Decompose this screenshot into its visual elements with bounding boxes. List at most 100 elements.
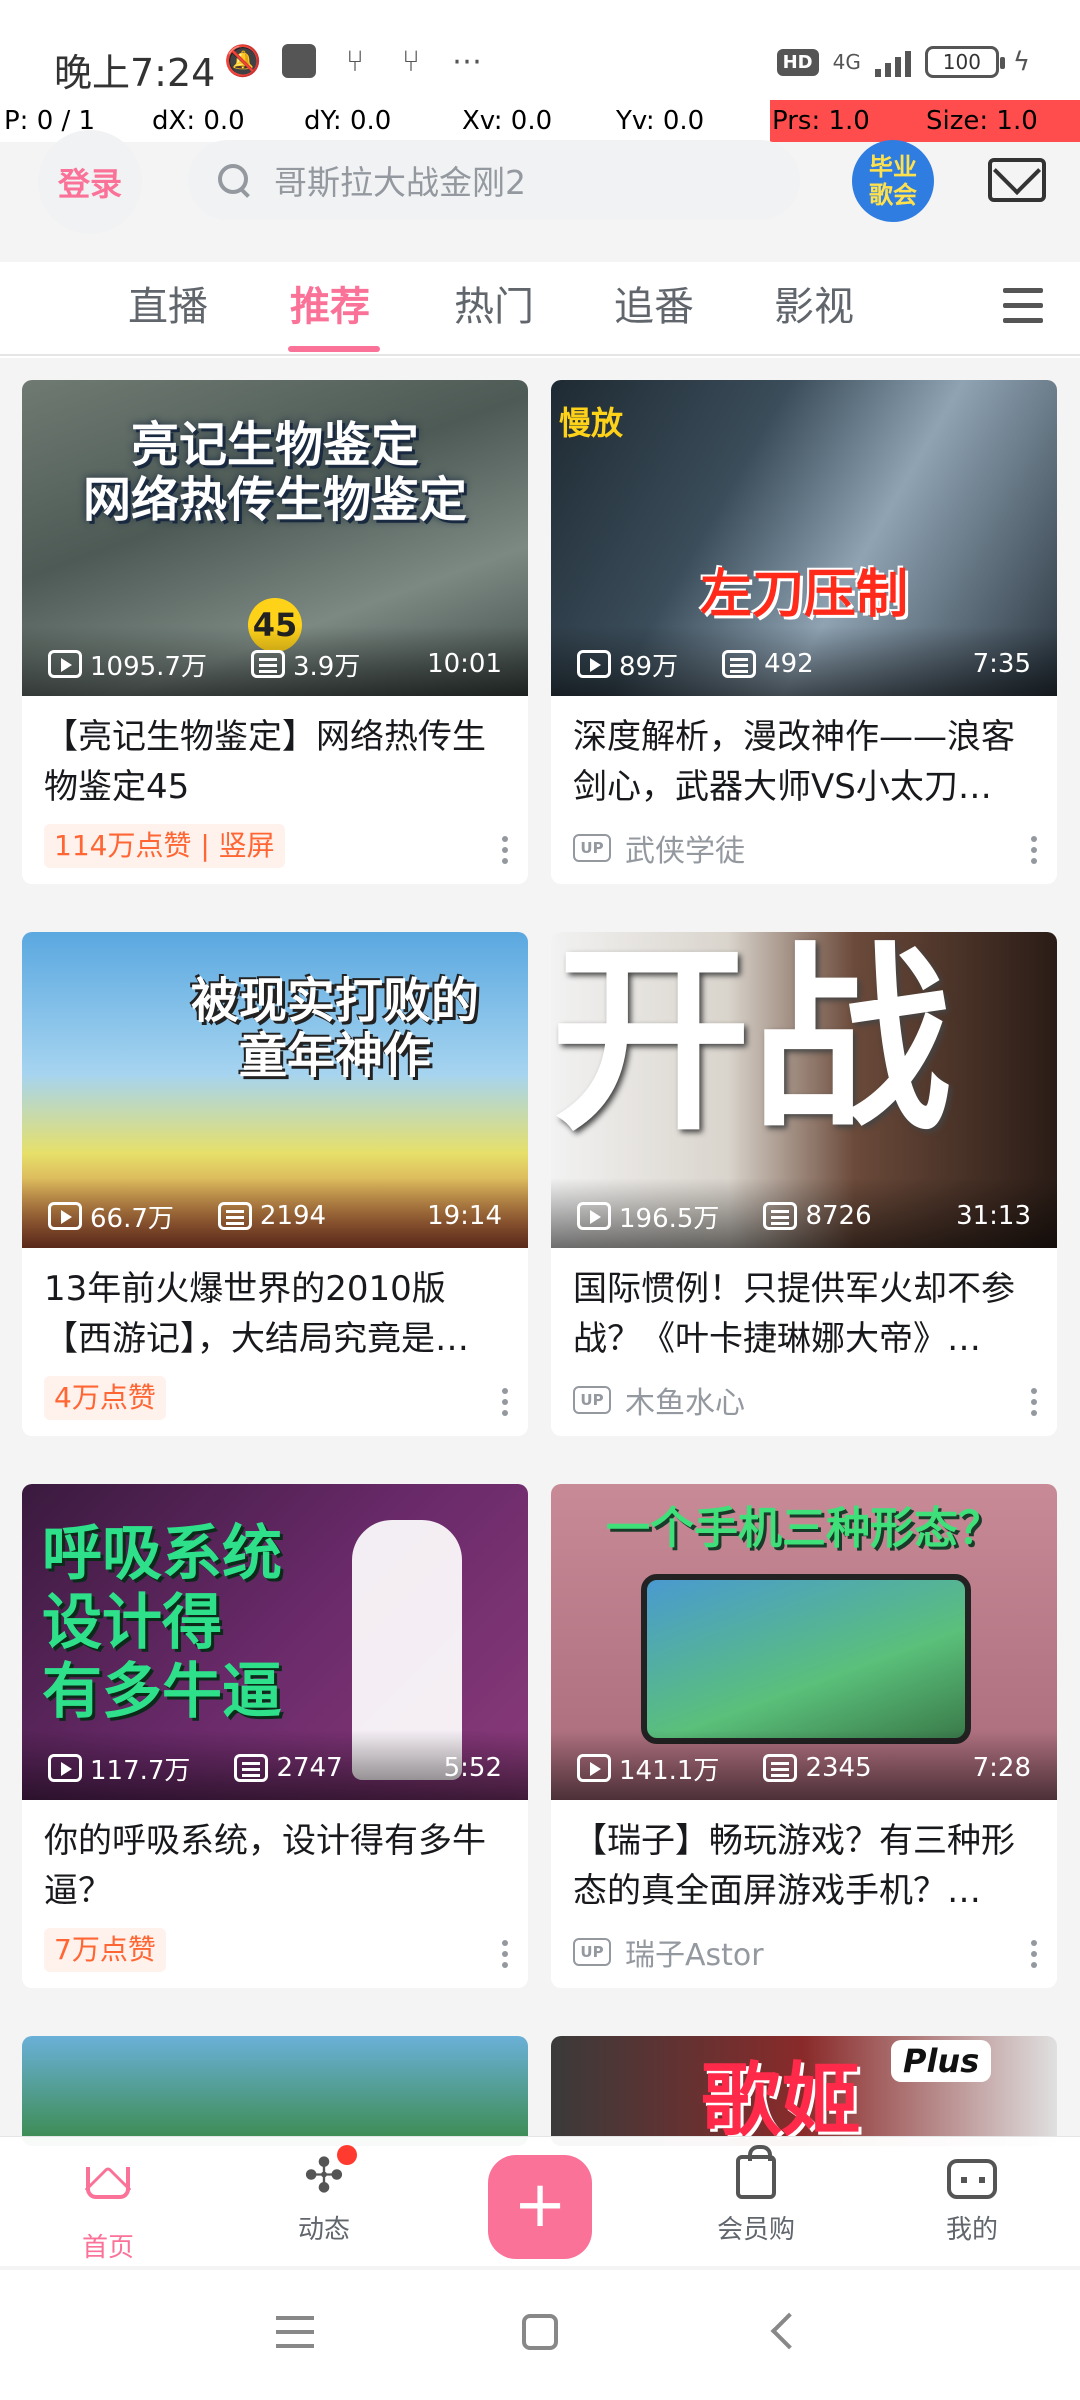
- video-card[interactable]: 呼吸系统 设计得 有多牛逼 117.7万 2747 5:52 你的呼吸系统，设计…: [22, 1484, 528, 1988]
- more-options-icon[interactable]: [502, 836, 508, 866]
- thumbnail-caption: 一个手机三种形态？: [606, 1503, 1002, 1554]
- active-tab-indicator: [288, 346, 380, 352]
- battery-level: 100: [942, 50, 981, 74]
- tab-hot[interactable]: 热门: [454, 274, 534, 332]
- video-duration: 31:13: [956, 1201, 1031, 1231]
- view-count: 89万: [619, 651, 679, 682]
- video-card[interactable]: 慢放 左刀压制 89万 492 7:35 深度解析，漫改神作——浪客剑心，武器大…: [551, 380, 1057, 884]
- likes-badge: 114万点赞 | 竖屏: [44, 824, 285, 868]
- video-thumbnail: 开战 196.5万 8726 31:13: [551, 932, 1057, 1248]
- uploader-row[interactable]: UP 武侠学徒: [573, 826, 745, 870]
- danmaku-count: 3.9万: [292, 651, 361, 682]
- tab-recommend[interactable]: 推荐: [290, 274, 370, 332]
- video-duration: 7:35: [972, 649, 1031, 679]
- hd-icon: HD: [776, 48, 819, 76]
- video-title: 深度解析，漫改神作——浪客剑心，武器大师VS小太刀…: [573, 717, 1015, 807]
- more-options-icon[interactable]: [1031, 836, 1037, 866]
- video-card-partial[interactable]: 歌姬 Plus: [551, 2036, 1057, 2146]
- play-count-icon: [577, 1202, 611, 1230]
- uploader-name: 武侠学徒: [625, 834, 745, 869]
- search-icon: [216, 162, 252, 198]
- more-options-icon[interactable]: [1031, 1940, 1037, 1970]
- likes-badge: 7万点赞: [44, 1928, 166, 1972]
- tab-movies[interactable]: 影视: [774, 274, 854, 332]
- channel-menu-icon[interactable]: [1003, 288, 1043, 326]
- more-options-icon[interactable]: [1031, 1388, 1037, 1418]
- thumbnail-phone: [641, 1574, 971, 1744]
- more-options-icon[interactable]: [502, 1388, 508, 1418]
- video-card[interactable]: 开战 196.5万 8726 31:13 国际惯例！只提供军火却不参战？《叶卡捷…: [551, 932, 1057, 1436]
- more-notifications-icon: ⋯: [452, 43, 482, 79]
- tabs-divider: [0, 354, 1080, 356]
- uploader-icon: UP: [573, 834, 611, 862]
- video-card[interactable]: 一个手机三种形态？ 141.1万 2345 7:28 【瑞子】畅玩游戏？有三种形…: [551, 1484, 1057, 1988]
- video-duration: 19:14: [427, 1201, 502, 1231]
- video-card[interactable]: 亮记生物鉴定 网络热传生物鉴定 45 1095.7万 3.9万 10:01 【亮…: [22, 380, 528, 884]
- danmaku-count: 8726: [805, 1201, 872, 1231]
- nav-home-label: 首页: [81, 2233, 134, 2263]
- view-count: 1095.7万: [90, 651, 207, 682]
- card-footer: UP 木鱼水心: [551, 1364, 1057, 1436]
- battery-icon: 100: [924, 46, 1005, 78]
- danmaku-count: 2345: [805, 1753, 872, 1783]
- mute-icon: 🔕: [224, 43, 262, 79]
- status-system-icons: HD 4G 100 ϟ: [776, 46, 1030, 78]
- network-type: 4G: [832, 50, 861, 74]
- signal-icon: [874, 47, 911, 77]
- video-title: 13年前火爆世界的2010版【西游记】，大结局究竟是…: [44, 1269, 469, 1359]
- promo-text: 毕业 歌会: [869, 153, 917, 209]
- thumbnail-tag: 慢放: [559, 404, 624, 442]
- danmaku-count: 2747: [276, 1753, 343, 1783]
- video-duration: 10:01: [427, 649, 502, 679]
- pinwheel-icon: ✣: [297, 2145, 357, 2203]
- nav-member-shop-label: 会员购: [716, 2215, 795, 2245]
- charging-icon: ϟ: [1012, 47, 1030, 77]
- thumbnail-tag: Plus: [891, 2040, 992, 2082]
- more-options-icon[interactable]: [502, 1940, 508, 1970]
- view-count: 117.7万: [90, 1755, 191, 1786]
- nav-home[interactable]: 首页: [48, 2149, 168, 2264]
- nav-mine[interactable]: 我的: [912, 2149, 1032, 2246]
- danmaku-count-icon: [763, 1754, 798, 1782]
- usb-debug-icon: ⑂: [402, 43, 420, 79]
- publish-button[interactable]: +: [488, 2155, 592, 2259]
- nav-dynamic[interactable]: ✣ 动态: [264, 2145, 384, 2246]
- uploader-row[interactable]: UP 瑞子Astor: [573, 1930, 764, 1974]
- video-card[interactable]: 被现实打败的 童年神作 66.7万 2194 19:14 13年前火爆世界的20…: [22, 932, 528, 1436]
- card-footer: 7万点赞: [22, 1916, 528, 1988]
- tab-live[interactable]: 直播: [128, 274, 208, 332]
- video-title: 【亮记生物鉴定】网络热传生物鉴定45: [44, 717, 486, 807]
- play-count-icon: [48, 1754, 82, 1782]
- login-button[interactable]: 登录: [38, 130, 142, 234]
- notification-dot: [337, 2145, 357, 2165]
- back-icon[interactable]: [770, 2312, 808, 2350]
- usb-icon: ⑂: [346, 43, 364, 79]
- search-bar[interactable]: 哥斯拉大战金刚2: [188, 140, 800, 220]
- card-footer: UP 瑞子Astor: [551, 1916, 1057, 1988]
- tv-icon: [947, 2159, 997, 2199]
- video-thumbnail: [22, 2036, 528, 2146]
- tab-anime[interactable]: 追番: [614, 274, 694, 332]
- home-button-icon[interactable]: [522, 2314, 558, 2350]
- video-title: 【瑞子】畅玩游戏？有三种形态的真全面屏游戏手机？…: [573, 1821, 1015, 1911]
- thumbnail-caption: 歌姬: [701, 2054, 861, 2146]
- video-title: 你的呼吸系统，设计得有多牛逼？: [44, 1821, 486, 1911]
- mail-icon[interactable]: [988, 158, 1046, 202]
- danmaku-count-icon: [763, 1202, 798, 1230]
- video-thumbnail: 被现实打败的 童年神作 66.7万 2194 19:14: [22, 932, 528, 1248]
- recent-apps-icon[interactable]: [276, 2316, 314, 2358]
- app-notification-icon: [282, 44, 316, 78]
- video-thumbnail: 歌姬 Plus: [551, 2036, 1057, 2146]
- promo-badge[interactable]: 毕业 歌会: [852, 140, 934, 222]
- nav-dynamic-label: 动态: [297, 2215, 350, 2245]
- thumbnail-caption: 亮记生物鉴定 网络热传生物鉴定: [82, 417, 467, 529]
- video-title: 国际惯例！只提供军火却不参战？《叶卡捷琳娜大帝》…: [573, 1269, 1015, 1359]
- search-placeholder: 哥斯拉大战金刚2: [274, 163, 526, 202]
- uploader-row[interactable]: UP 木鱼水心: [573, 1378, 745, 1422]
- thumbnail-caption: 呼吸系统 设计得 有多牛逼: [42, 1519, 282, 1727]
- video-card-partial[interactable]: [22, 2036, 528, 2146]
- play-count-icon: [48, 650, 82, 678]
- uploader-name: 木鱼水心: [625, 1386, 745, 1421]
- top-header: 登录 哥斯拉大战金刚2 毕业 歌会: [0, 120, 1080, 245]
- nav-member-shop[interactable]: 会员购: [696, 2145, 816, 2246]
